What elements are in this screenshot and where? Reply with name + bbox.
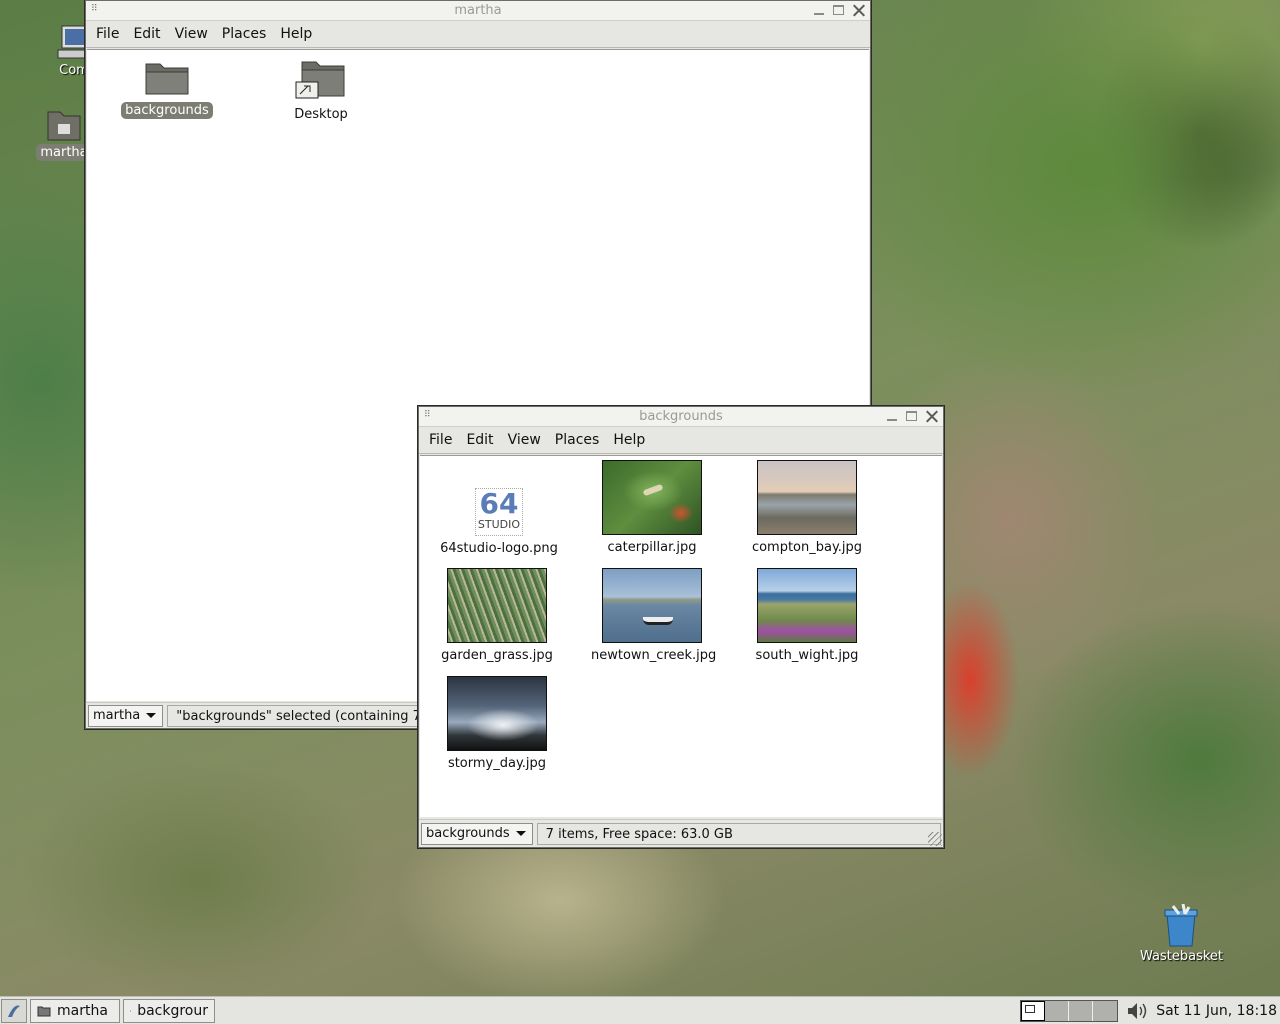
task-martha[interactable]: martha <box>30 998 120 1023</box>
window-title: martha <box>454 3 502 18</box>
folder-icon <box>37 1006 51 1016</box>
menu-view[interactable]: View <box>501 432 548 448</box>
file-item-label: 64studio-logo.png <box>440 541 558 556</box>
desktop-folder-icon <box>295 61 345 99</box>
menu-help[interactable]: Help <box>606 432 652 448</box>
file-item[interactable]: south_wight.jpg <box>742 568 872 664</box>
file-item[interactable]: 64 STUDIO 64studio-logo.png <box>434 488 564 557</box>
martha-titlebar[interactable]: ⠿ martha <box>86 1 870 21</box>
file-item-label: south_wight.jpg <box>755 648 859 663</box>
task-label: backgrour <box>137 1002 208 1019</box>
file-item[interactable]: caterpillar.jpg <box>587 460 717 556</box>
menu-file[interactable]: File <box>422 432 459 448</box>
workspace-2[interactable] <box>1045 1001 1070 1021</box>
file-item-desktop[interactable]: Desktop <box>271 58 371 123</box>
main-menu-button[interactable] <box>1 998 27 1023</box>
file-item-label: garden_grass.jpg <box>441 648 553 663</box>
compton-bay-thumbnail <box>757 460 857 535</box>
minimize-button[interactable] <box>810 2 828 19</box>
maximize-button[interactable] <box>903 408 921 425</box>
clock[interactable]: Sat 11 Jun, 18:18 <box>1156 1003 1277 1019</box>
workspace-pager[interactable] <box>1020 1000 1119 1022</box>
file-item-backgrounds[interactable]: backgrounds <box>117 58 217 119</box>
window-title: backgrounds <box>639 409 723 424</box>
location-value: martha <box>93 708 141 723</box>
file-item[interactable]: compton_bay.jpg <box>742 460 872 556</box>
file-item[interactable]: garden_grass.jpg <box>432 568 562 664</box>
resize-grip-icon[interactable] <box>928 832 942 846</box>
file-item-label: caterpillar.jpg <box>607 540 697 555</box>
close-button[interactable] <box>850 2 868 19</box>
status-text: 7 items, Free space: 63.0 GB <box>536 822 941 845</box>
stormy-day-thumbnail <box>447 676 547 751</box>
minimize-button[interactable] <box>883 408 901 425</box>
file-item-label: stormy_day.jpg <box>447 756 547 771</box>
task-backgrounds[interactable]: backgrour <box>123 998 215 1023</box>
martha-menubar: File Edit View Places Help <box>86 21 870 48</box>
file-item[interactable]: newtown_creek.jpg <box>587 568 717 664</box>
trash-icon <box>1164 904 1198 947</box>
menu-help[interactable]: Help <box>273 26 319 42</box>
south-wight-thumbnail <box>757 568 857 643</box>
file-item-label: compton_bay.jpg <box>751 540 863 555</box>
chevron-down-icon <box>515 831 526 836</box>
menu-edit[interactable]: Edit <box>126 26 167 42</box>
volume-icon[interactable] <box>1126 1001 1148 1021</box>
newtown-creek-thumbnail <box>602 568 702 643</box>
workspace-3[interactable] <box>1069 1001 1094 1021</box>
menu-view[interactable]: View <box>168 26 215 42</box>
desktop-icon-label: Wastebasket <box>1140 949 1224 964</box>
workspace-1[interactable] <box>1021 1001 1046 1021</box>
backgrounds-content[interactable]: 64 STUDIO 64studio-logo.png caterpillar.… <box>420 455 942 817</box>
desktop-icon-wastebasket[interactable]: Wastebasket <box>1136 904 1226 965</box>
menu-places[interactable]: Places <box>215 26 274 42</box>
location-dropdown[interactable]: martha <box>88 704 164 727</box>
garden-grass-thumbnail <box>447 568 547 643</box>
backgrounds-statusbar: backgrounds 7 items, Free space: 63.0 GB <box>419 819 943 847</box>
location-dropdown[interactable]: backgrounds <box>421 822 533 845</box>
location-value: backgrounds <box>426 826 510 841</box>
studio-logo-icon: 64 STUDIO <box>475 488 523 536</box>
backgrounds-menubar: File Edit View Places Help <box>419 427 943 454</box>
file-item-label: newtown_creek.jpg <box>591 648 717 663</box>
home-folder-icon <box>47 111 81 141</box>
menu-file[interactable]: File <box>89 26 126 42</box>
menu-edit[interactable]: Edit <box>459 432 500 448</box>
backgrounds-titlebar[interactable]: ⠿ backgrounds <box>419 407 943 427</box>
folder-icon <box>130 1010 132 1011</box>
menu-places[interactable]: Places <box>548 432 607 448</box>
system-tray: Sat 11 Jun, 18:18 <box>1020 997 1280 1024</box>
taskbar: martha backgrour Sat 11 Jun, 18:18 <box>0 996 1280 1024</box>
task-label: martha <box>57 1002 108 1019</box>
backgrounds-window: ⠿ backgrounds File Edit View Places Help… <box>418 406 944 848</box>
caterpillar-thumbnail <box>602 460 702 535</box>
file-item[interactable]: stormy_day.jpg <box>432 676 562 772</box>
file-item-label: backgrounds <box>121 102 213 119</box>
close-button[interactable] <box>923 408 941 425</box>
desktop-icon-label: martha <box>36 144 92 161</box>
file-item-label: Desktop <box>294 107 348 122</box>
chevron-down-icon <box>146 713 157 718</box>
folder-icon <box>145 63 189 95</box>
workspace-4[interactable] <box>1093 1001 1118 1021</box>
app-menu-icon <box>8 1004 20 1017</box>
maximize-button[interactable] <box>830 2 848 19</box>
